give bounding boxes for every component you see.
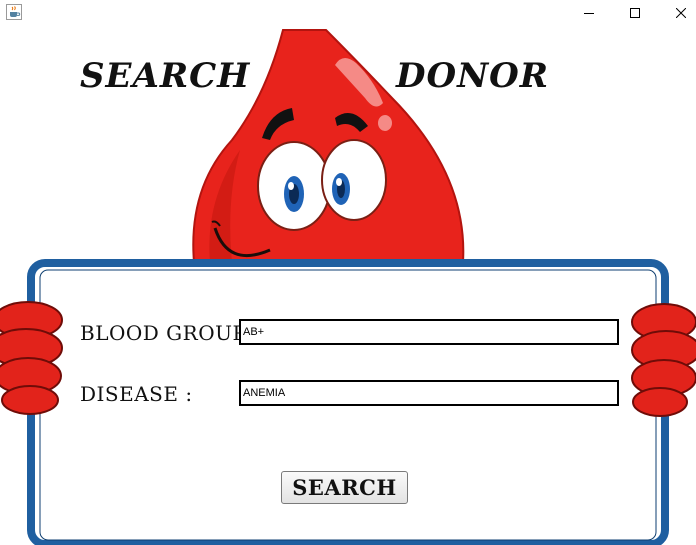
disease-label: DISEASE : (80, 382, 193, 406)
right-eye (321, 139, 387, 221)
heading-search: SEARCH (80, 56, 251, 96)
disease-field[interactable] (239, 380, 619, 406)
heading-donor: DONOR (396, 56, 550, 96)
left-hand (0, 301, 63, 415)
blood-group-field[interactable] (239, 319, 619, 345)
search-button[interactable]: SEARCH (281, 471, 408, 504)
right-hand (631, 303, 696, 417)
blood-group-label: BLOOD GROUP: (80, 321, 253, 345)
